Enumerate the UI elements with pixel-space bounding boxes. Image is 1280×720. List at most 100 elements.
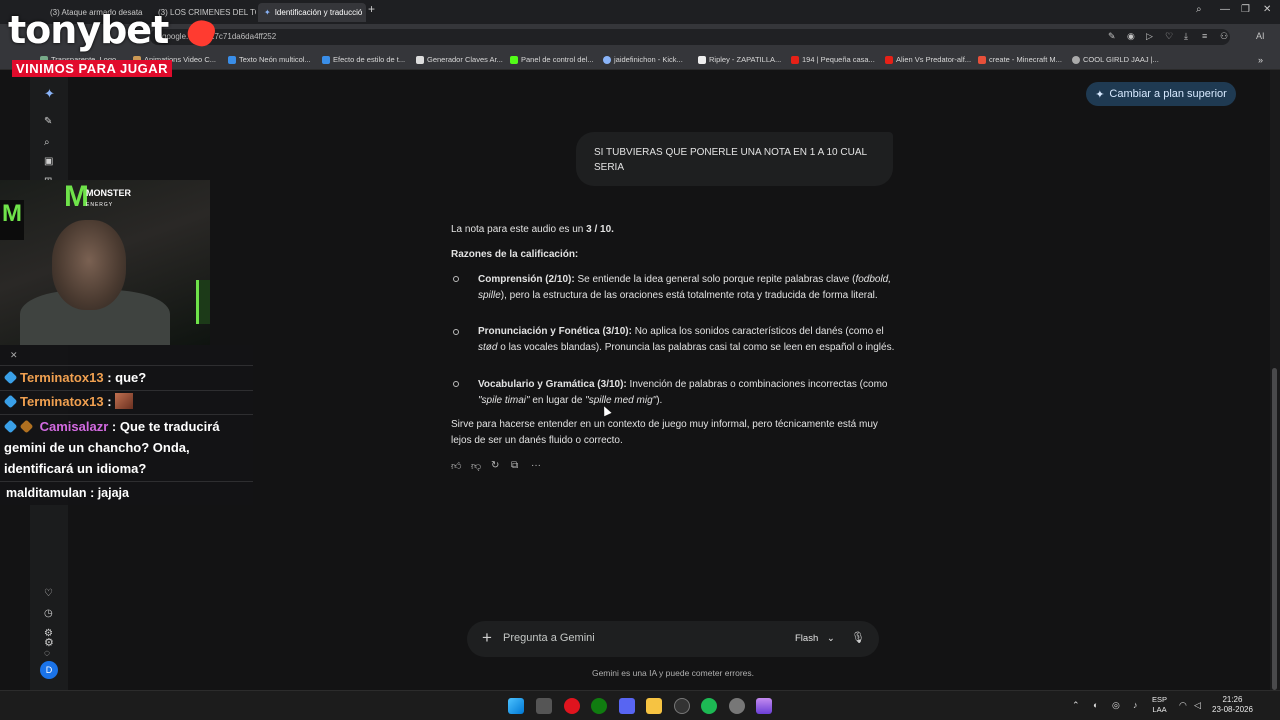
bookmark-10[interactable]: Alien Vs Predator-alf... bbox=[885, 55, 971, 64]
language-indicator[interactable]: ESP LAA bbox=[1152, 695, 1167, 715]
more-options-icon[interactable]: ··· bbox=[531, 460, 541, 471]
model-selector[interactable]: Flash ⌄ bbox=[795, 633, 835, 644]
response-closing: Sirve para hacerse entender en un contex… bbox=[451, 417, 881, 448]
chrome-icon[interactable] bbox=[729, 698, 745, 714]
opera-icon[interactable] bbox=[564, 698, 580, 714]
search-tabs-icon[interactable]: ⌕ bbox=[1196, 4, 1202, 15]
thumbs-up-icon[interactable]: 👍︎ bbox=[451, 460, 461, 472]
edit-icon[interactable]: ✎ bbox=[1108, 31, 1116, 42]
logo-tagline: VINIMOS PARA JUGAR bbox=[12, 60, 173, 77]
bullet-icon bbox=[453, 329, 459, 335]
reason-comprension: Comprensión (2/10): Se entiende la idea … bbox=[478, 272, 898, 303]
xbox-icon[interactable] bbox=[591, 698, 607, 714]
logo-text: tonybet bbox=[8, 8, 169, 52]
lang-line1: ESP bbox=[1152, 695, 1168, 704]
heart-icon[interactable]: ♡ bbox=[44, 588, 53, 599]
thumbs-down-icon[interactable]: 👎︎ bbox=[471, 460, 481, 472]
camera-icon[interactable]: ◉ bbox=[1127, 31, 1135, 42]
reason-title: Comprensión (2/10): bbox=[478, 274, 575, 285]
minimize-icon[interactable]: — bbox=[1220, 4, 1230, 15]
reason-text: Se entiende la idea general solo porque … bbox=[574, 274, 856, 285]
prompt-input-box[interactable]: + Pregunta a Gemini Flash ⌄ 🎙︎ bbox=[467, 621, 879, 657]
history-icon[interactable]: ◷ bbox=[44, 608, 53, 619]
gemini-spark-icon[interactable]: ✦ bbox=[44, 86, 55, 102]
bookmark-9[interactable]: 194 | Pequeña casa... bbox=[791, 55, 875, 64]
chat-username: Terminatox13 bbox=[20, 394, 104, 409]
settings-gear-icon[interactable]: ⚙ bbox=[44, 636, 54, 649]
gemini-tab-icon: ✦ bbox=[264, 8, 271, 17]
ai-button[interactable]: AI bbox=[1256, 31, 1265, 41]
url-text: 17c71da6da4ff252 bbox=[210, 32, 277, 41]
url-field[interactable]: google.com / 17c71da6da4ff252 bbox=[150, 29, 1230, 45]
bookmark-label: Panel de control del... bbox=[521, 55, 594, 64]
bookmark-5[interactable]: Generador Claves Ar... bbox=[416, 55, 503, 64]
tray-mic-icon[interactable]: ♪ bbox=[1133, 700, 1138, 710]
gallery-icon[interactable]: ▣ bbox=[44, 156, 53, 167]
clock-date: 23-08-2026 bbox=[1212, 705, 1253, 714]
streamer-face bbox=[52, 220, 126, 310]
bookmark-label: Alien Vs Predator-alf... bbox=[896, 55, 972, 64]
app-icon[interactable] bbox=[756, 698, 772, 714]
start-icon[interactable] bbox=[508, 698, 524, 714]
regenerate-icon[interactable]: ↻ bbox=[491, 460, 499, 471]
clock[interactable]: 21:26 23-08-2026 bbox=[1212, 695, 1253, 715]
bookmark-6[interactable]: Panel de control del... bbox=[510, 55, 594, 64]
monster-can-right bbox=[196, 280, 210, 324]
scrollbar-thumb[interactable] bbox=[1272, 368, 1277, 690]
volume-icon[interactable]: ◁ bbox=[1194, 700, 1201, 711]
heart-icon[interactable]: ♡ bbox=[1165, 31, 1173, 42]
prompt-placeholder[interactable]: Pregunta a Gemini bbox=[503, 632, 595, 644]
chevron-down-icon: ⌄ bbox=[826, 633, 835, 644]
upgrade-plan-button[interactable]: ✦ Cambiar a plan superior bbox=[1086, 82, 1236, 106]
bookmark-12[interactable]: COOL GIRLD JAAJ |... bbox=[1072, 55, 1159, 64]
chat-close-icon[interactable]: ✕ bbox=[10, 350, 18, 361]
bookmarks-bar: Transparente, Logo... Animations Video C… bbox=[0, 50, 1280, 70]
avatar[interactable]: D bbox=[40, 661, 58, 679]
microphone-icon[interactable]: 🎙︎ bbox=[851, 631, 865, 644]
search-icon[interactable]: ⌕ bbox=[44, 137, 50, 148]
new-chat-icon[interactable]: ✎ bbox=[44, 116, 52, 127]
bullet-icon bbox=[453, 276, 459, 282]
bookmark-3[interactable]: Texto Neón multicol... bbox=[228, 55, 311, 64]
tab-3-active[interactable]: ✦ Identificación y traducció bbox=[258, 3, 366, 22]
monster-can-left: M bbox=[0, 200, 24, 240]
windows-taskbar: ⌃ ◐ ◎ ♪ ESP LAA ◠ ◁ 21:26 23-08-2026 bbox=[0, 690, 1280, 720]
download-icon[interactable]: ⤓ bbox=[1184, 31, 1188, 42]
lightbulb-icon[interactable]: ◌ bbox=[44, 648, 50, 659]
chat-text: : Que te traducirá gemini de un chancho?… bbox=[4, 419, 220, 476]
more-bookmarks-icon[interactable]: » bbox=[1258, 55, 1263, 65]
monster-label: MONSTER bbox=[86, 188, 131, 198]
folder-icon[interactable] bbox=[646, 698, 662, 714]
tray-chevron-icon[interactable]: ⌃ bbox=[1072, 700, 1080, 711]
task-view-icon[interactable] bbox=[536, 698, 552, 714]
close-window-icon[interactable]: ✕ bbox=[1263, 4, 1271, 15]
bookmark-11[interactable]: create - Minecraft M... bbox=[978, 55, 1062, 64]
bookmark-8[interactable]: Ripley - ZAPATILLA... bbox=[698, 55, 781, 64]
chat-message-4: malditamulan : jajaja bbox=[6, 483, 129, 504]
reason-text: o las vocales blandas). Pronuncia las pa… bbox=[497, 341, 895, 353]
chat-message-1: Terminatox13 : que? bbox=[3, 367, 146, 388]
profile-icon[interactable]: ⚇ bbox=[1220, 31, 1228, 42]
menu-icon[interactable]: ≡ bbox=[1202, 31, 1207, 41]
obs-icon[interactable] bbox=[674, 698, 690, 714]
play-icon[interactable]: ▷ bbox=[1146, 31, 1153, 42]
discord-icon[interactable] bbox=[619, 698, 635, 714]
webcam-feed: M M MONSTER ENERGY bbox=[0, 180, 210, 345]
bookmark-7[interactable]: jaidefinichon - Kick... bbox=[603, 55, 683, 64]
tab-3-label: Identificación y traducció bbox=[274, 8, 363, 17]
clock-time: 21:26 bbox=[1222, 695, 1243, 704]
restore-icon[interactable]: ❐ bbox=[1241, 4, 1250, 15]
copy-icon[interactable]: ⧉ bbox=[511, 460, 518, 471]
tray-app-icon[interactable]: ◐ bbox=[1093, 700, 1098, 710]
add-icon[interactable]: + bbox=[482, 628, 492, 648]
steam-icon[interactable]: ◎ bbox=[1112, 700, 1120, 711]
reason-text: Invención de palabras o combinaciones in… bbox=[626, 379, 888, 390]
wifi-icon[interactable]: ◠ bbox=[1179, 700, 1187, 711]
model-label: Flash bbox=[795, 633, 819, 644]
stream-chat: ✕ Terminatox13 : que? Terminatox13 : Cam… bbox=[0, 345, 253, 505]
new-tab-icon[interactable]: + bbox=[368, 2, 375, 16]
spotify-icon[interactable] bbox=[701, 698, 717, 714]
chat-username: Camisalazr bbox=[39, 419, 109, 434]
bookmark-4[interactable]: Efecto de estilo de t... bbox=[322, 55, 405, 64]
reason-text: No aplica los sonidos característicos de… bbox=[631, 326, 884, 337]
